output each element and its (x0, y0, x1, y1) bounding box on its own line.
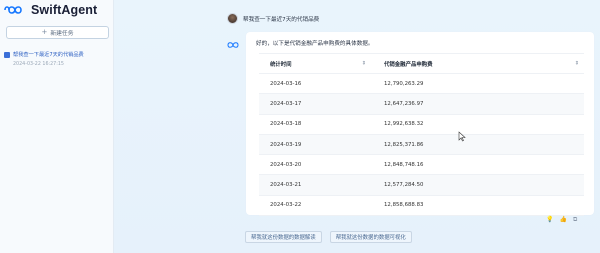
suggestion-button[interactable]: 帮我就这份数据的数据解读 (245, 231, 322, 243)
thumbs-up-icon[interactable]: 👍 (559, 217, 566, 223)
column-header-date[interactable]: 统计时间 ⇕ (259, 60, 371, 68)
bulb-icon[interactable]: 💡 (546, 217, 553, 223)
plus-icon: + (41, 28, 48, 36)
table-row: 2024-03-18 12,992,638.32 (259, 115, 584, 135)
bot-avatar-icon (226, 34, 240, 53)
avatar (227, 13, 238, 24)
table-row: 2024-03-17 12,647,236.97 (259, 94, 584, 115)
suggestion-list: 帮我就这份数据的数据解读 帮我就这份数据的数据可视化 (245, 231, 412, 243)
message-actions: 💡 👍 ⧉ (546, 217, 577, 223)
table-row: 2024-03-16 12,790,263.29 (259, 74, 584, 95)
cell-fee: 12,577,284.50 (384, 182, 424, 189)
table-row: 2024-03-19 12,825,371.86 (259, 134, 584, 156)
answer-card: 好的，以下是代销金融产品申购费的具体数据。 统计时间 ⇕ 代销金融产品申购费 ⇕… (246, 32, 594, 217)
table-header: 统计时间 ⇕ 代销金融产品申购费 ⇕ (259, 54, 584, 74)
sort-icon[interactable]: ⇕ (362, 61, 366, 66)
cell-date: 2024-03-17 (270, 100, 302, 107)
cell-fee: 12,647,236.97 (384, 100, 424, 107)
cell-fee: 12,992,638.32 (384, 121, 424, 128)
chat-icon (4, 51, 10, 58)
sidebar: SwiftAgent + 新建任务 帮我查一下最近7天的代销品费 2024-03… (0, 0, 114, 253)
logo[interactable]: SwiftAgent (3, 3, 97, 17)
column-header-fee[interactable]: 代销金融产品申购费 ⇕ (371, 60, 584, 68)
new-task-label: 新建任务 (50, 31, 74, 37)
data-table: 统计时间 ⇕ 代销金融产品申购费 ⇕ 2024-03-16 12,790,263… (259, 53, 584, 217)
sort-icon[interactable]: ⇕ (575, 61, 579, 66)
new-task-button[interactable]: + 新建任务 (6, 26, 109, 39)
user-message-text: 帮我查一下最近7天的代销品费 (243, 16, 320, 23)
cell-fee: 12,858,688.83 (384, 202, 424, 209)
table-row: 2024-03-22 12,858,688.83 (259, 196, 584, 217)
cell-date: 2024-03-16 (270, 80, 302, 87)
suggestion-button[interactable]: 帮我就这份数据的数据可视化 (329, 231, 412, 243)
mouse-cursor-icon (458, 131, 466, 142)
history-title: 帮我查一下最近7天的代销品费 (13, 52, 84, 58)
history-item[interactable]: 帮我查一下最近7天的代销品费 2024-03-22 16:27:15 (4, 51, 110, 67)
cell-fee: 12,848,748.16 (384, 161, 424, 168)
table-row: 2024-03-21 12,577,284.50 (259, 175, 584, 196)
copy-icon[interactable]: ⧉ (573, 217, 577, 223)
chat-area: 帮我查一下最近7天的代销品费 好的，以下是代销金融产品申购费的具体数据。 统计时… (114, 0, 600, 253)
infinity-logo-icon (4, 6, 22, 14)
cell-fee: 12,790,263.29 (384, 80, 424, 87)
bot-reply-text: 好的，以下是代销金融产品申购费的具体数据。 (256, 41, 374, 47)
app-name: SwiftAgent (31, 3, 98, 17)
cell-date: 2024-03-21 (270, 182, 302, 189)
cell-date: 2024-03-20 (270, 161, 302, 168)
app-window: SwiftAgent + 新建任务 帮我查一下最近7天的代销品费 2024-03… (0, 0, 600, 253)
table-row: 2024-03-20 12,848,748.16 (259, 155, 584, 176)
user-message: 帮我查一下最近7天的代销品费 (227, 13, 319, 24)
cell-fee: 12,825,371.86 (384, 141, 424, 148)
history-time: 2024-03-22 16:27:15 (13, 62, 64, 67)
cell-date: 2024-03-18 (270, 121, 302, 128)
cell-date: 2024-03-22 (270, 202, 302, 209)
cell-date: 2024-03-19 (270, 141, 302, 148)
